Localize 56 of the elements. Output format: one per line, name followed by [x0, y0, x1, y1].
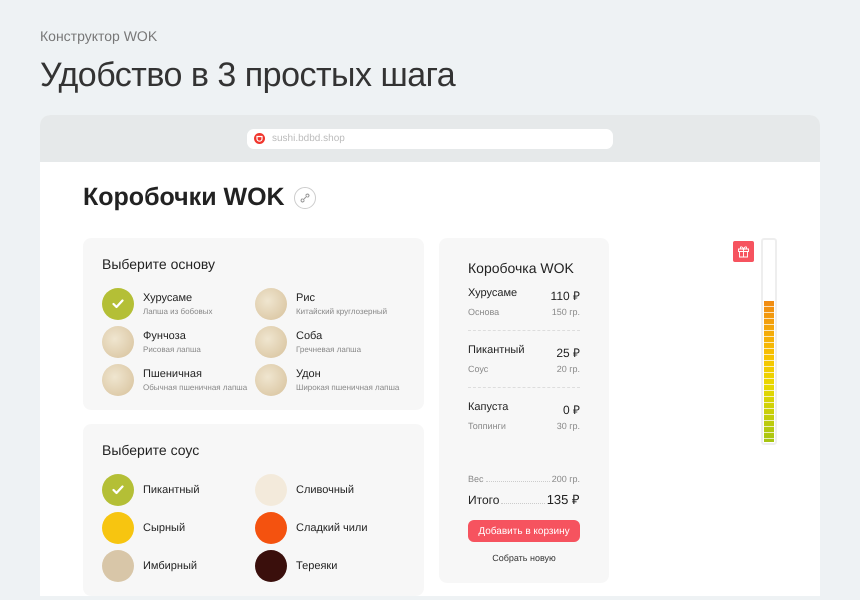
sauce-swatch[interactable]: [255, 512, 287, 544]
photo-placeholder[interactable]: [255, 288, 287, 320]
option-description: Обычная пшеничная лапша: [143, 383, 248, 392]
checkmark-icon[interactable]: [102, 474, 134, 506]
gift-icon[interactable]: [733, 241, 754, 262]
item-name: Хурусаме: [468, 287, 518, 301]
item-weight: 30 гр.: [556, 421, 580, 431]
total-value: 135 ₽: [546, 491, 580, 508]
box-title: Коробочка WOK: [468, 260, 575, 276]
item-name: Пикантный: [468, 344, 526, 358]
sauce-swatch[interactable]: [102, 550, 134, 582]
option-description: Широкая пшеничная лапша: [296, 383, 400, 392]
sauce-swatch[interactable]: [255, 550, 287, 582]
item-weight: 150 гр.: [550, 307, 580, 317]
weight-label: Вес: [468, 474, 484, 484]
option-name[interactable]: Пшеничная: [143, 368, 248, 380]
item-price: 25 ₽: [556, 345, 580, 361]
option-name[interactable]: Рис: [296, 292, 388, 304]
item-price: 110 ₽: [550, 288, 580, 304]
checkmark-icon[interactable]: [102, 288, 134, 320]
item-weight: 20 гр.: [556, 364, 580, 374]
photo-placeholder[interactable]: [102, 364, 134, 396]
weight-value: 200 гр.: [552, 474, 580, 484]
item-category: Топпинги: [468, 421, 507, 431]
option-name[interactable]: Соба: [296, 330, 362, 342]
item-category: Соус: [468, 364, 490, 374]
option-name[interactable]: Имбирный: [143, 560, 198, 572]
sauce-swatch[interactable]: [255, 474, 287, 506]
option-name[interactable]: Сливочный: [296, 484, 354, 496]
link-icon[interactable]: [294, 186, 316, 208]
option-name[interactable]: Тереяки: [296, 560, 338, 572]
photo-placeholder[interactable]: [255, 326, 287, 358]
item-category: Основа: [468, 307, 500, 317]
section-title: Выберите основу: [102, 256, 216, 272]
site-logo-icon: [254, 133, 265, 144]
section-title: Выберите соус: [102, 442, 200, 458]
option-name[interactable]: Фунчоза: [143, 330, 201, 342]
page-title: Удобство в 3 простых шага: [40, 56, 457, 95]
page-heading: Коробочки WOK: [83, 183, 285, 212]
option-description: Гречневая лапша: [296, 345, 362, 354]
option-description: Рисовая лапша: [143, 345, 201, 354]
item-name: Капуста: [468, 401, 510, 415]
total-label: Итого: [468, 493, 500, 507]
option-name[interactable]: Сладкий чили: [296, 522, 368, 534]
option-description: Лапша из бобовых: [143, 307, 213, 316]
photo-placeholder[interactable]: [255, 364, 287, 396]
option-name[interactable]: Удон: [296, 368, 400, 380]
sauce-swatch[interactable]: [102, 512, 134, 544]
reset-link[interactable]: Собрать новую: [492, 553, 556, 563]
option-description: Китайский круглозерный: [296, 307, 388, 316]
option-name[interactable]: Сырный: [143, 522, 186, 534]
option-name[interactable]: Пикантный: [143, 484, 200, 496]
page-subtitle: Конструктор WOK: [40, 28, 158, 44]
option-name[interactable]: Хурусаме: [143, 292, 213, 304]
photo-placeholder[interactable]: [102, 326, 134, 358]
item-price: 0 ₽: [562, 402, 580, 418]
